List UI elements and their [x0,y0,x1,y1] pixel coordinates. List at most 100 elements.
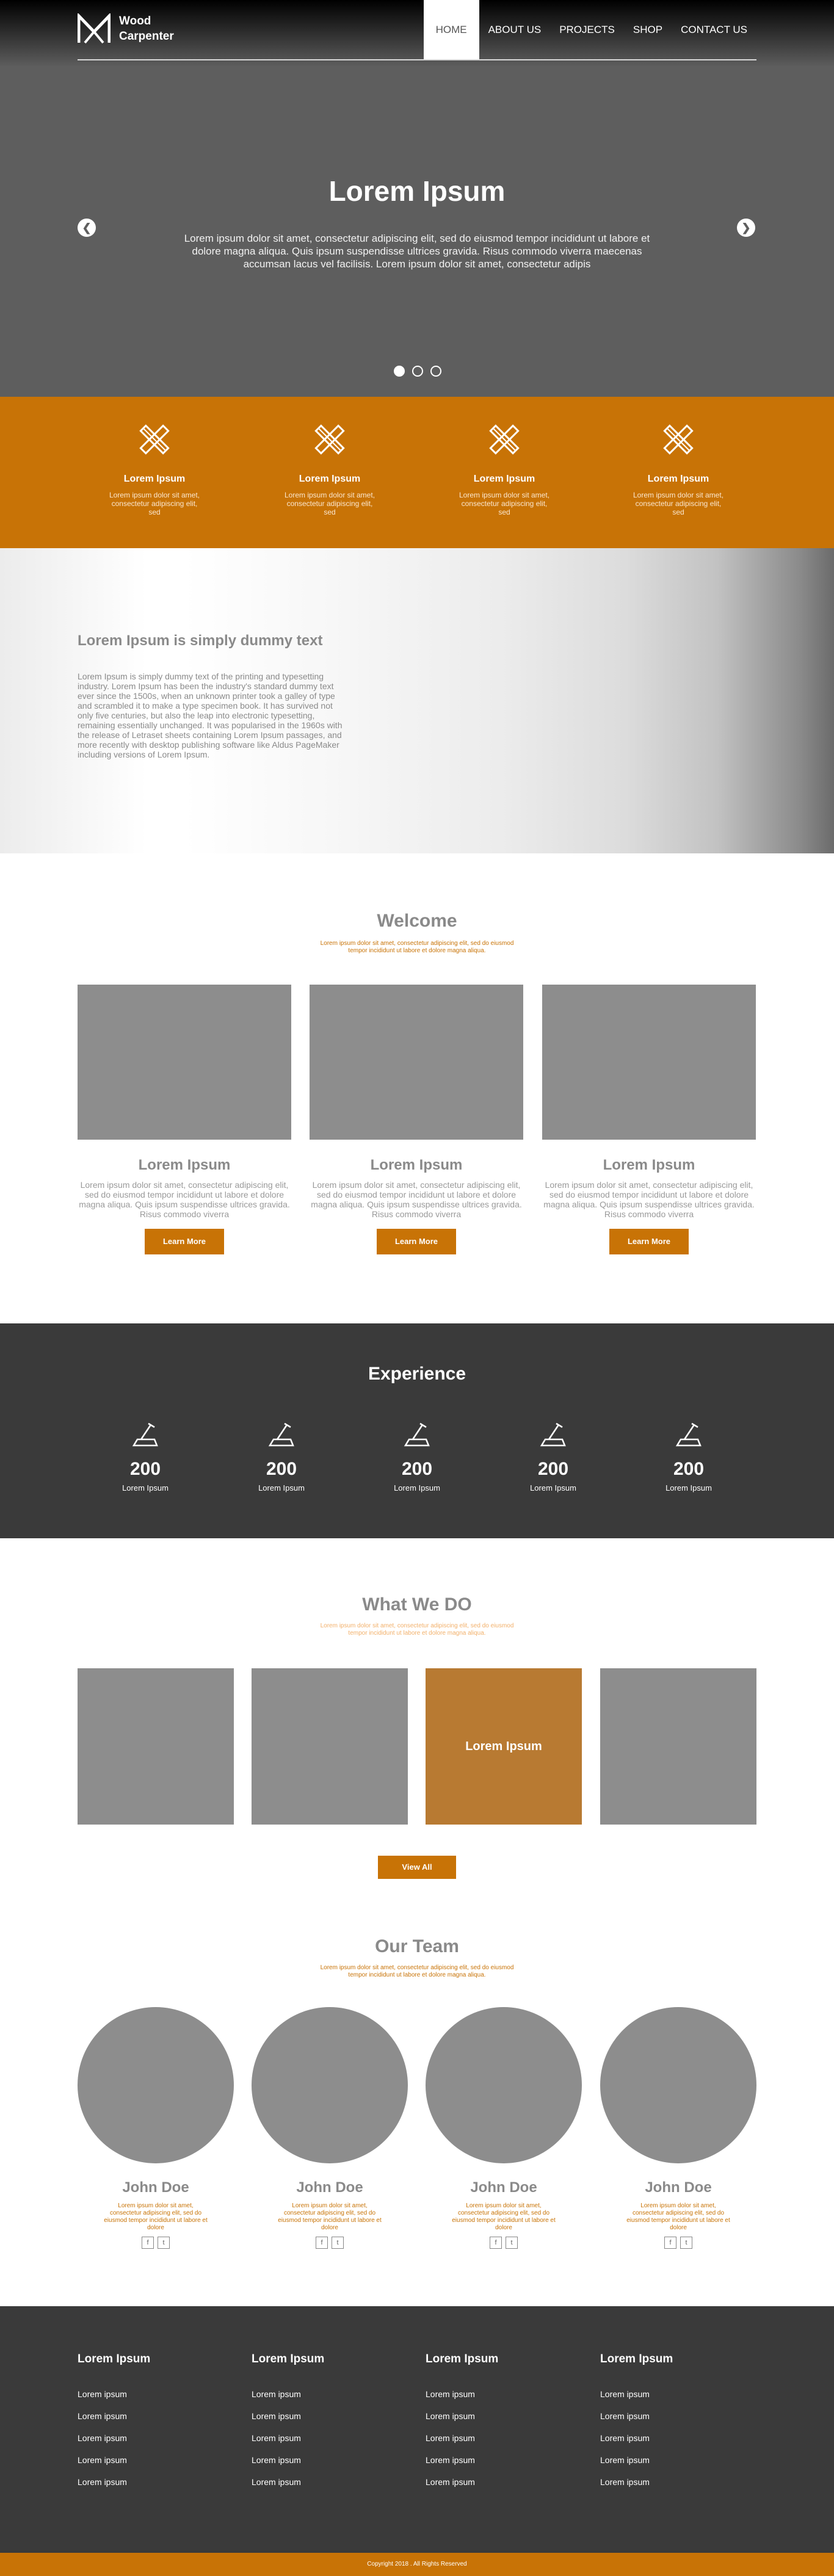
team-title: Our Team [375,1936,459,1956]
nav-contact-us[interactable]: CONTACT US [672,0,756,60]
stat-label: Lorem Ipsum [122,1483,169,1492]
nav-shop[interactable]: SHOP [624,0,672,60]
learn-more-button[interactable]: Learn More [377,1229,456,1254]
card-title: Lorem Ipsum [138,1157,231,1173]
stat-value: 200 [673,1459,705,1479]
card-title: Lorem Ipsum [603,1157,695,1173]
stat-label: Lorem Ipsum [258,1483,305,1492]
member-name: John Doe [470,2179,537,2196]
footer-link[interactable]: Lorem ipsum [600,2411,722,2433]
prev-slide-arrow-icon[interactable]: ❮ [78,219,96,237]
footer-column: Lorem Ipsum Lorem ipsum Lorem ipsum Lore… [426,2353,548,2499]
project-tile-highlighted[interactable]: Lorem Ipsum [426,1668,582,1825]
footer-link[interactable]: Lorem ipsum [252,2477,374,2499]
twitter-icon[interactable]: t [680,2237,692,2249]
footer-column: Lorem Ipsum Lorem ipsum Lorem ipsum Lore… [78,2353,200,2499]
member-text: Lorem ipsum dolor sit amet, consectetur … [278,2202,382,2231]
stat-item: 200 Lorem Ipsum [652,1421,725,1492]
page: Wood Carpenter HOME ABOUT US PROJECTS SH… [0,0,834,2576]
welcome-subtitle: Lorem ipsum dolor sit amet, consectetur … [320,940,514,954]
team-member: John Doe Lorem ipsum dolor sit amet, con… [252,2007,408,2249]
project-tile-label: Lorem Ipsum [465,1739,542,1753]
service-item: Lorem Ipsum Lorem ipsum dolor sit amet, … [459,421,550,516]
service-item: Lorem Ipsum Lorem ipsum dolor sit amet, … [284,421,375,516]
member-text: Lorem ipsum dolor sit amet, consectetur … [452,2202,556,2231]
nav-about-us[interactable]: ABOUT US [479,0,551,60]
hero-title: Lorem Ipsum [328,175,506,207]
nav-divider [78,59,756,60]
team-subtitle: Lorem ipsum dolor sit amet, consectetur … [320,1964,514,1978]
footer-link[interactable]: Lorem ipsum [600,2455,722,2477]
facebook-icon[interactable]: f [316,2237,328,2249]
slider-dot-2[interactable] [412,366,423,377]
carpenter-plane-icon [540,1422,566,1447]
stat-label: Lorem Ipsum [530,1483,576,1492]
footer-link[interactable]: Lorem ipsum [252,2433,374,2455]
view-all-button[interactable]: View All [378,1856,456,1879]
about-text: Lorem Ipsum is simply dummy text of the … [78,671,343,759]
about-title: Lorem Ipsum is simply dummy text [78,632,323,649]
hero-slider: Wood Carpenter HOME ABOUT US PROJECTS SH… [0,0,834,397]
card-title: Lorem Ipsum [370,1157,463,1173]
project-tile[interactable] [600,1668,756,1825]
carpenter-plane-icon [268,1422,294,1447]
avatar [252,2007,408,2163]
slider-dot-1[interactable] [394,366,405,377]
footer-link[interactable]: Lorem ipsum [426,2389,548,2411]
social-links: f t [78,2237,234,2249]
project-tile[interactable] [252,1668,408,1825]
facebook-icon[interactable]: f [142,2237,154,2249]
footer-link[interactable]: Lorem ipsum [78,2411,200,2433]
welcome-card: Lorem Ipsum Lorem ipsum dolor sit amet, … [542,985,756,1254]
footer-link[interactable]: Lorem ipsum [426,2477,548,2499]
learn-more-button[interactable]: Learn More [609,1229,689,1254]
footer-column: Lorem Ipsum Lorem ipsum Lorem ipsum Lore… [252,2353,374,2499]
learn-more-button[interactable]: Learn More [145,1229,224,1254]
footer-link[interactable]: Lorem ipsum [78,2433,200,2455]
footer-link[interactable]: Lorem ipsum [426,2411,548,2433]
hero-text: Lorem ipsum dolor sit amet, consectetur … [184,233,650,270]
copyright-bar: Copyright 2018 . All Rights Reserved [0,2553,834,2576]
footer-link[interactable]: Lorem ipsum [252,2455,374,2477]
avatar [426,2007,582,2163]
slider-dot-3[interactable] [430,366,441,377]
nav-projects[interactable]: PROJECTS [550,0,624,60]
service-text: Lorem ipsum dolor sit amet, consectetur … [459,491,550,516]
footer-link[interactable]: Lorem ipsum [78,2389,200,2411]
footer: Lorem Ipsum Lorem ipsum Lorem ipsum Lore… [0,2306,834,2553]
service-title: Lorem Ipsum [123,474,186,484]
stat-item: 200 Lorem Ipsum [517,1421,590,1492]
carpenter-plane-icon [132,1422,158,1447]
stat-item: 200 Lorem Ipsum [109,1421,182,1492]
service-text: Lorem ipsum dolor sit amet, consectetur … [284,491,375,516]
card-text: Lorem ipsum dolor sit amet, consectetur … [543,1180,755,1219]
social-links: f t [600,2237,756,2249]
twitter-icon[interactable]: t [158,2237,170,2249]
footer-link[interactable]: Lorem ipsum [426,2433,548,2455]
service-item: Lorem Ipsum Lorem ipsum dolor sit amet, … [109,421,200,516]
stat-label: Lorem Ipsum [665,1483,712,1492]
brand-logo[interactable]: Wood Carpenter [78,13,174,44]
footer-link[interactable]: Lorem ipsum [426,2455,548,2477]
footer-link[interactable]: Lorem ipsum [78,2455,200,2477]
footer-link[interactable]: Lorem ipsum [600,2433,722,2455]
stat-label: Lorem Ipsum [394,1483,440,1492]
project-tile[interactable] [78,1668,234,1825]
stat-item: 200 Lorem Ipsum [380,1421,454,1492]
footer-column: Lorem Ipsum Lorem ipsum Lorem ipsum Lore… [600,2353,722,2499]
member-text: Lorem ipsum dolor sit amet, consectetur … [104,2202,208,2231]
footer-column-title: Lorem Ipsum [252,2353,325,2365]
footer-link[interactable]: Lorem ipsum [252,2389,374,2411]
facebook-icon[interactable]: f [490,2237,502,2249]
next-slide-arrow-icon[interactable]: ❯ [737,219,755,237]
twitter-icon[interactable]: t [506,2237,518,2249]
twitter-icon[interactable]: t [332,2237,344,2249]
footer-link[interactable]: Lorem ipsum [78,2477,200,2499]
facebook-icon[interactable]: f [664,2237,676,2249]
footer-link[interactable]: Lorem ipsum [600,2477,722,2499]
footer-link[interactable]: Lorem ipsum [600,2389,722,2411]
nav-home[interactable]: HOME [423,0,479,60]
services-strip: Lorem Ipsum Lorem ipsum dolor sit amet, … [0,397,834,548]
footer-link[interactable]: Lorem ipsum [252,2411,374,2433]
slider-dots [394,366,441,377]
